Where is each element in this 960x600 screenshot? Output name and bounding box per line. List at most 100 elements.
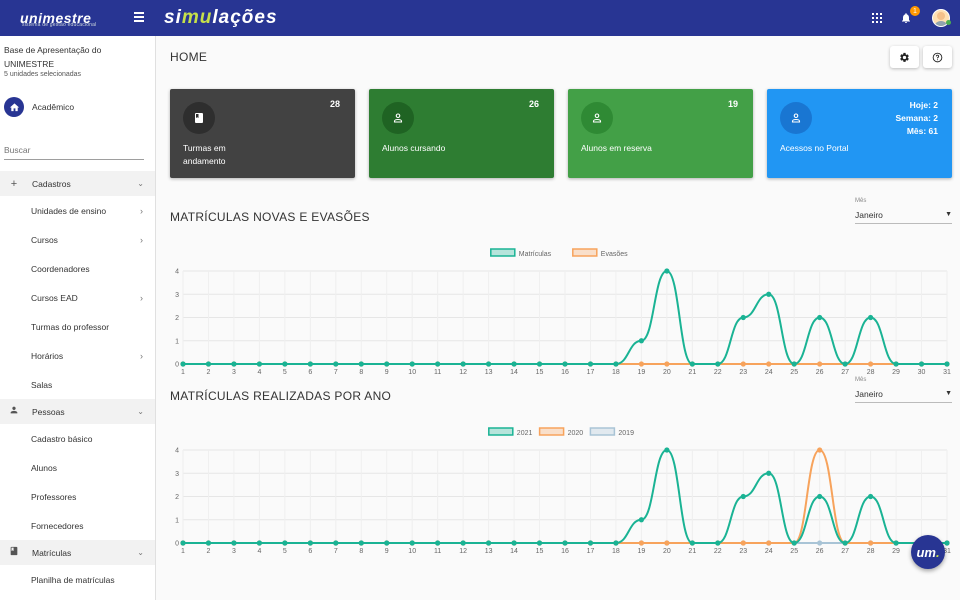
chevron-down-icon: ⌄	[137, 548, 144, 557]
sidebar-item-label: Unidades de ensino	[31, 205, 107, 216]
sidebar-item-cursos-ead[interactable]: Cursos EAD ›	[0, 283, 155, 312]
x-tick-label: 6	[308, 548, 312, 553]
data-point	[460, 540, 466, 546]
legend-label: 2021	[517, 430, 533, 437]
data-point	[664, 447, 670, 453]
chart-matriculas-por-ano: 2021 2020 2019012341 2 3 4 5 6 7 8 9 10 11 12 13 14 15 16…	[175, 427, 951, 553]
x-tick-label: 4	[257, 548, 261, 553]
legend-label: 2020	[568, 430, 584, 437]
sidebar-item-planilha-de-matriculas[interactable]: Planilha de matrículas	[0, 565, 155, 594]
sidebar-item-label: Horários	[31, 350, 64, 361]
x-tick-label: 25	[790, 548, 798, 553]
legend-label: Matrículas	[519, 251, 552, 258]
gear-icon	[900, 52, 909, 62]
sidebar-item-professores[interactable]: Professores	[0, 482, 155, 511]
help-button[interactable]	[923, 46, 952, 68]
chevron-down-icon: ⌄	[137, 407, 144, 416]
data-point	[435, 540, 441, 546]
logo[interactable]: unimestre sistema de gestão educacional	[0, 0, 156, 36]
person-icon	[9, 405, 19, 418]
card-alunos-em-reserva[interactable]: 19 Alunos em reserva	[568, 89, 753, 178]
card-alunos-cursando[interactable]: 26 Alunos cursando	[369, 89, 554, 178]
card-turmas-em-andamento[interactable]: 28 Turmas em andamento	[170, 89, 355, 178]
month-select-value[interactable]: Janeiro ▼	[855, 206, 952, 224]
sidebar-item-turmas-do-professor[interactable]: Turmas do professor	[0, 312, 155, 341]
x-tick-label: 24	[765, 548, 773, 553]
plus-icon: +	[10, 177, 18, 190]
month-select[interactable]: Mês Janeiro ▼	[855, 198, 952, 224]
data-point	[868, 361, 874, 367]
x-tick-label: 30	[918, 369, 926, 374]
data-point	[307, 540, 313, 546]
sidebar-item-fornecedores[interactable]: Fornecedores	[0, 511, 155, 540]
card-acessos-no-portal[interactable]: Hoje: 2 Semana: 2 Mês: 61 Acessos no Por…	[767, 89, 952, 178]
apps-grid-icon[interactable]	[872, 13, 882, 23]
sidebar-group-cadastros[interactable]: + Cadastros ⌄	[0, 171, 155, 196]
data-point	[231, 361, 237, 367]
sidebar-group-matriculas[interactable]: Matrículas ⌄	[0, 540, 155, 565]
x-tick-label: 6	[308, 369, 312, 374]
data-point	[944, 540, 950, 546]
sidebar-group-pessoas[interactable]: Pessoas ⌄	[0, 399, 155, 424]
x-tick-label: 13	[485, 369, 493, 374]
section-title-matriculas-por-ano: MATRÍCULAS REALIZADAS POR ANO	[170, 389, 392, 403]
data-point	[562, 540, 568, 546]
month-select[interactable]: Mês Janeiro ▼	[855, 377, 952, 403]
x-tick-label: 31	[943, 369, 951, 374]
data-point	[868, 540, 874, 546]
sidebar-item-academico[interactable]: Acadêmico	[0, 96, 155, 118]
search-input[interactable]	[4, 145, 144, 155]
sidebar-item-alunos[interactable]: Alunos	[0, 453, 155, 482]
data-point	[817, 361, 823, 367]
sidebar-item-coordenadores[interactable]: Coordenadores	[0, 254, 155, 283]
x-tick-label: 21	[688, 548, 696, 553]
sidebar-item-label: Fornecedores	[31, 520, 84, 531]
x-tick-label: 10	[408, 369, 416, 374]
x-tick-label: 27	[841, 548, 849, 553]
brand-title: simulações	[164, 7, 278, 28]
main-content: HOME 28 Turmas em andamento 26 Alunos cu…	[157, 36, 960, 600]
x-tick-label: 18	[612, 548, 620, 553]
sidebar-item-label: Professores	[31, 491, 77, 502]
notification-badge: 1	[910, 6, 920, 16]
sidebar-item-horarios[interactable]: Horários ›	[0, 341, 155, 370]
data-point	[231, 540, 237, 546]
x-tick-label: 16	[561, 369, 569, 374]
sidebar-item-unidades-de-ensino[interactable]: Unidades de ensino ›	[0, 196, 155, 225]
data-point	[613, 361, 619, 367]
x-tick-label: 25	[790, 369, 798, 374]
data-point	[562, 361, 568, 367]
notifications-button[interactable]: 1	[900, 6, 920, 25]
data-point	[791, 540, 797, 546]
stat-mes: Mês: 61	[906, 126, 938, 136]
settings-button[interactable]	[890, 46, 919, 68]
sidebar-item-cadastro-basico[interactable]: Cadastro básico	[0, 424, 155, 453]
month-select-value[interactable]: Janeiro ▼	[855, 385, 952, 403]
person-icon	[581, 102, 613, 134]
x-tick-label: 5	[283, 548, 287, 553]
data-point	[638, 361, 644, 367]
sidebar-item-cursos[interactable]: Cursos ›	[0, 225, 155, 254]
chart-matriculas-novas-evasoes: Matrículas Evasões012341 2 3 4 5 6 7 8 9 10 11 12 13 1…	[175, 248, 951, 374]
x-tick-label: 9	[385, 369, 389, 374]
data-point	[587, 361, 594, 367]
x-tick-label: 11	[434, 369, 441, 374]
data-point	[511, 540, 517, 546]
data-point	[740, 540, 746, 546]
y-tick-label: 2	[175, 315, 179, 322]
x-tick-label: 21	[688, 369, 696, 374]
x-tick-label: 26	[816, 369, 824, 374]
data-point	[409, 361, 415, 367]
data-point	[638, 517, 644, 523]
sidebar-item-salas[interactable]: Salas	[0, 370, 155, 399]
sidebar-menu: + Cadastros ⌄ Unidades de ensino › Cursos…	[0, 171, 155, 594]
menu-icon[interactable]	[134, 12, 144, 22]
selected-units[interactable]: 5 unidades selecionadas	[0, 71, 155, 78]
x-tick-label: 20	[663, 548, 671, 553]
data-point	[944, 361, 950, 367]
chat-fab-button[interactable]: um.	[911, 535, 945, 569]
sidebar-item-label: Planilha de matrículas	[31, 574, 115, 585]
data-point	[766, 291, 772, 297]
card-label: Alunos em reserva	[581, 143, 652, 153]
legend-swatch	[490, 248, 516, 257]
